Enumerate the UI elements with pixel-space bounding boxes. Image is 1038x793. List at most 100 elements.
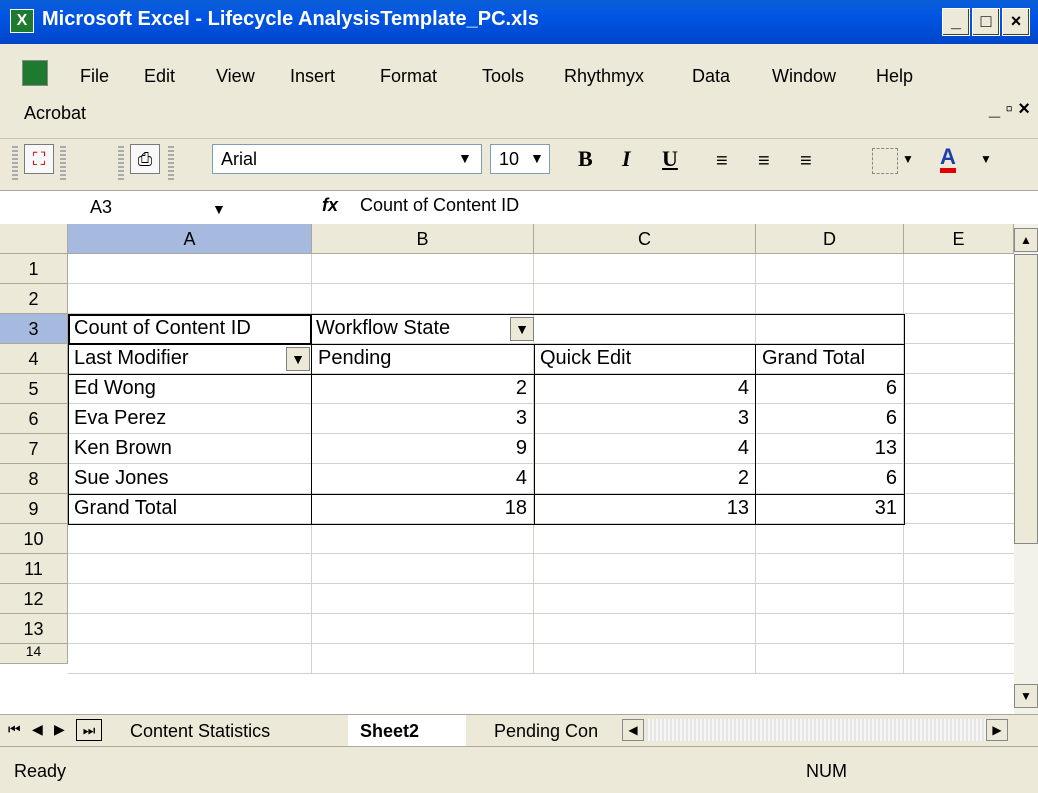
pdf-icon[interactable]: ⛶ (24, 144, 54, 174)
scroll-up-arrow-icon[interactable]: ▲ (1014, 228, 1038, 252)
pivot-value-cell[interactable]: 13 (756, 434, 904, 464)
pivot-value-cell[interactable]: 6 (756, 374, 904, 404)
row-header[interactable]: 5 (0, 374, 68, 404)
align-right-icon[interactable]: ≡ (800, 150, 812, 173)
font-color-button[interactable]: A (940, 146, 956, 173)
pivot-grand-total-cell[interactable]: 31 (756, 494, 904, 524)
menu-window[interactable]: Window (772, 66, 836, 87)
italic-button[interactable]: I (622, 146, 631, 172)
pivot-value-cell[interactable]: 2 (312, 374, 534, 404)
menu-format[interactable]: Format (380, 66, 437, 87)
chevron-down-icon[interactable]: ▼ (212, 201, 226, 217)
pivot-value-cell[interactable]: 6 (756, 464, 904, 494)
chevron-down-icon[interactable]: ▼ (530, 150, 544, 166)
document-window-controls[interactable]: _ ▫ × (989, 98, 1030, 121)
scroll-down-arrow-icon[interactable]: ▼ (1014, 684, 1038, 708)
toolbar-grip[interactable] (118, 146, 124, 182)
column-header-d[interactable]: D (756, 224, 904, 254)
bold-button[interactable]: B (578, 146, 593, 172)
borders-icon[interactable] (872, 148, 898, 174)
pivot-col-header-grand-total[interactable]: Grand Total (756, 344, 904, 374)
menu-help[interactable]: Help (876, 66, 913, 87)
chevron-down-icon[interactable]: ▼ (902, 152, 914, 166)
pivot-row-label[interactable]: Sue Jones (68, 464, 312, 494)
pivot-row-label[interactable]: Ed Wong (68, 374, 312, 404)
pivot-row-label[interactable]: Ken Brown (68, 434, 312, 464)
align-left-icon[interactable]: ≡ (716, 150, 728, 173)
font-name-select[interactable]: Arial (212, 144, 482, 174)
menu-view[interactable]: View (216, 66, 255, 87)
chevron-down-icon[interactable]: ▼ (458, 150, 472, 166)
last-sheet-icon[interactable]: ⏭ (76, 719, 102, 741)
align-center-icon[interactable]: ≡ (758, 150, 770, 173)
toolbar-grip[interactable] (168, 146, 174, 182)
close-button[interactable]: × (1002, 8, 1030, 36)
row-header[interactable]: 11 (0, 554, 68, 584)
row-header[interactable]: 1 (0, 254, 68, 284)
pivot-row-field-cell[interactable]: Last Modifier (68, 344, 312, 374)
column-header-c[interactable]: C (534, 224, 756, 254)
column-header-e[interactable]: E (904, 224, 1014, 254)
pivot-grand-total-label[interactable]: Grand Total (68, 494, 312, 524)
pivot-value-cell[interactable]: 3 (534, 404, 756, 434)
sheet-tab-sheet2[interactable]: Sheet2 (360, 721, 419, 742)
column-field-dropdown-button[interactable]: ▼ (510, 317, 534, 341)
vertical-scrollbar[interactable]: ▲ ▼ (1014, 224, 1038, 714)
menu-acrobat[interactable]: Acrobat (24, 103, 86, 124)
menu-insert[interactable]: Insert (290, 66, 335, 87)
row-header[interactable]: 4 (0, 344, 68, 374)
row-header[interactable]: 13 (0, 614, 68, 644)
sheet-tab-pending-con[interactable]: Pending Con (494, 721, 598, 742)
pivot-value-cell[interactable]: 4 (312, 464, 534, 494)
hscroll-right-arrow-icon[interactable]: ▶ (986, 719, 1008, 741)
row-header[interactable]: 3 (0, 314, 68, 344)
scroll-thumb[interactable] (1014, 254, 1038, 544)
pivot-value-cell[interactable]: 2 (534, 464, 756, 494)
sheet-tab-content-statistics[interactable]: Content Statistics (130, 721, 270, 742)
print-icon[interactable]: ⎙ (130, 144, 160, 174)
insert-function-icon[interactable]: fx (322, 195, 338, 216)
row-header[interactable]: 6 (0, 404, 68, 434)
pivot-data-field-cell[interactable]: Count of Content ID (68, 314, 312, 344)
row-header[interactable]: 9 (0, 494, 68, 524)
pivot-col-header-quick-edit[interactable]: Quick Edit (534, 344, 756, 374)
underline-button[interactable]: U (662, 146, 678, 172)
excel-app-icon[interactable]: X (10, 9, 34, 33)
row-header[interactable]: 14 (0, 644, 68, 664)
column-header-b[interactable]: B (312, 224, 534, 254)
prev-sheet-icon[interactable]: ◀ (32, 721, 43, 738)
restore-button[interactable]: □ (972, 8, 1000, 36)
row-header[interactable]: 12 (0, 584, 68, 614)
row-header[interactable]: 10 (0, 524, 68, 554)
horizontal-scrollbar[interactable] (646, 719, 986, 741)
pivot-grand-total-cell[interactable]: 18 (312, 494, 534, 524)
hscroll-left-arrow-icon[interactable]: ◀ (622, 719, 644, 741)
pivot-value-cell[interactable]: 4 (534, 434, 756, 464)
pivot-value-cell[interactable]: 3 (312, 404, 534, 434)
select-all-corner[interactable] (0, 224, 68, 254)
row-header[interactable]: 8 (0, 464, 68, 494)
pivot-column-field-cell[interactable]: Workflow State (312, 314, 534, 344)
column-header-a[interactable]: A (68, 224, 312, 254)
menu-rhythmyx[interactable]: Rhythmyx (564, 66, 644, 87)
pivot-grand-total-cell[interactable]: 13 (534, 494, 756, 524)
menu-file[interactable]: File (80, 66, 109, 87)
chevron-down-icon[interactable]: ▼ (980, 152, 992, 166)
next-sheet-icon[interactable]: ▶ (54, 721, 65, 738)
minimize-button[interactable]: _ (942, 8, 970, 36)
first-sheet-icon[interactable]: ⏮ (8, 721, 21, 738)
toolbar-grip[interactable] (12, 146, 18, 182)
pivot-value-cell[interactable]: 4 (534, 374, 756, 404)
formula-input[interactable]: Count of Content ID (360, 195, 519, 216)
row-field-dropdown-button[interactable]: ▼ (286, 347, 310, 371)
workbook-icon[interactable] (22, 60, 48, 86)
pivot-value-cell[interactable]: 9 (312, 434, 534, 464)
menu-tools[interactable]: Tools (482, 66, 524, 87)
pivot-row-label[interactable]: Eva Perez (68, 404, 312, 434)
menu-data[interactable]: Data (692, 66, 730, 87)
row-header[interactable]: 7 (0, 434, 68, 464)
pivot-value-cell[interactable]: 6 (756, 404, 904, 434)
pivot-col-header-pending[interactable]: Pending (312, 344, 534, 374)
row-header[interactable]: 2 (0, 284, 68, 314)
toolbar-grip[interactable] (60, 146, 66, 182)
